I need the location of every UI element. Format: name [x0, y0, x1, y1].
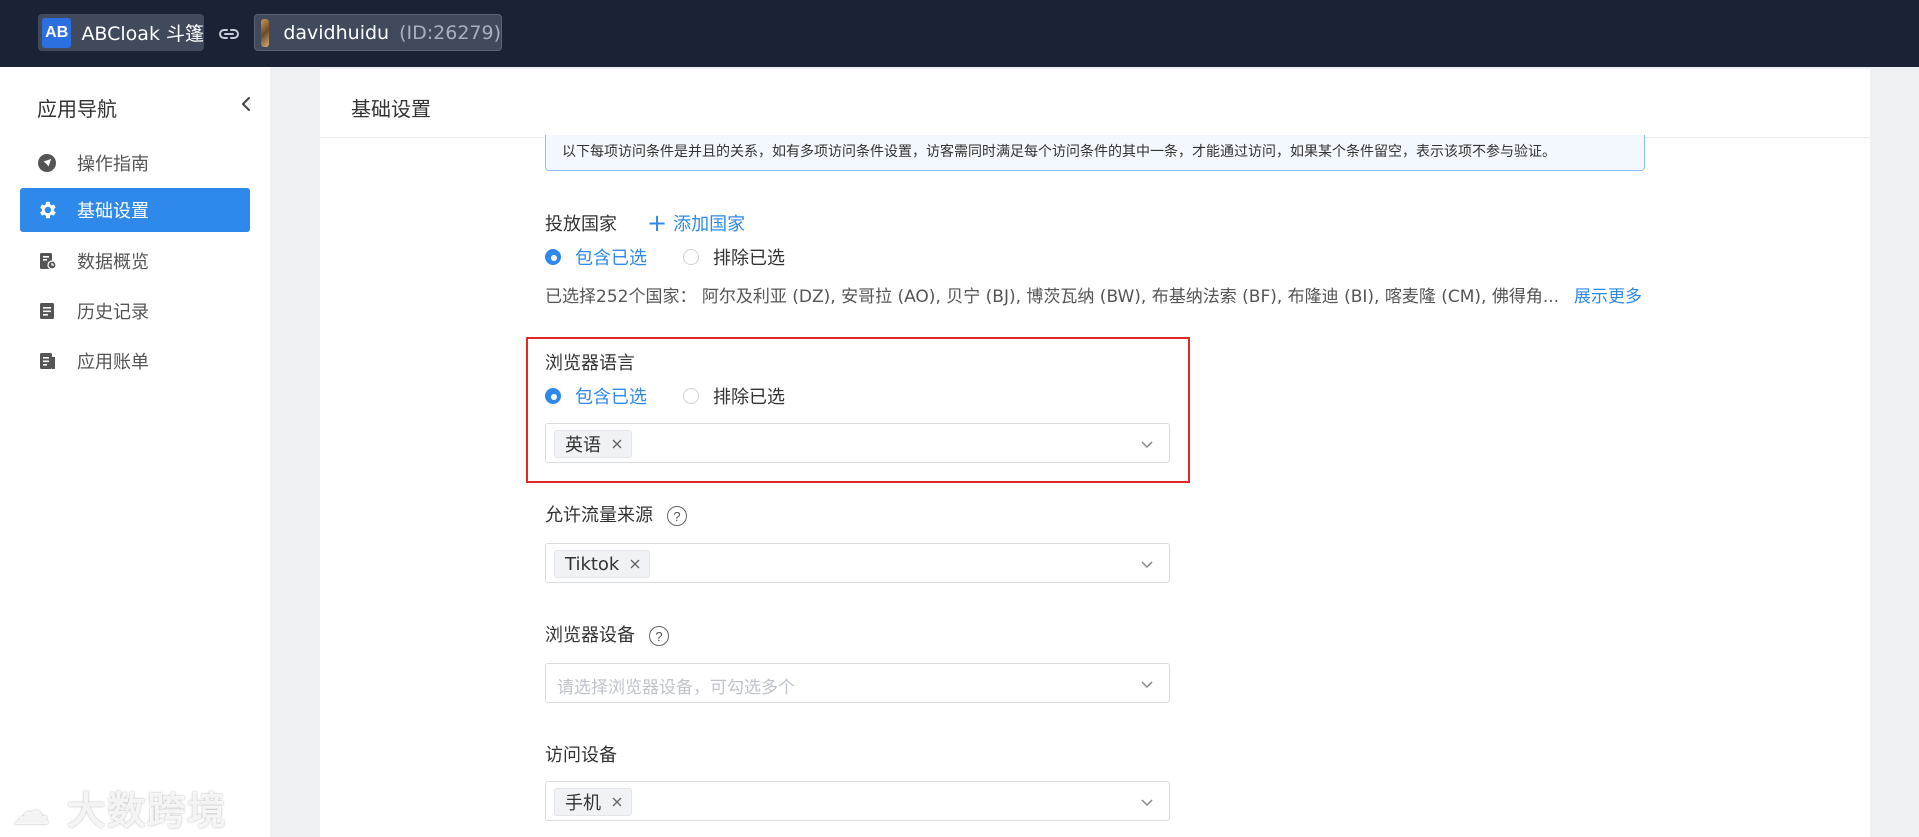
app-switcher[interactable]: AB ABCloak 斗篷	[38, 14, 204, 51]
access-device-select[interactable]: 手机	[545, 781, 1170, 821]
page-title: 基础设置	[351, 97, 431, 121]
radio-label: 包含已选	[575, 387, 647, 408]
sidebar-item-billing[interactable]: 应用账单	[20, 339, 250, 383]
tag-label: Tiktok	[565, 553, 620, 575]
help-icon[interactable]: ?	[667, 506, 687, 526]
radio-label: 排除已选	[713, 387, 785, 408]
browser-device-label: 浏览器设备?	[545, 621, 669, 647]
sidebar: 应用导航 操作指南 基础设置 数据概览 历史记录 应用账单	[0, 67, 270, 837]
sidebar-item-guide[interactable]: 操作指南	[20, 141, 250, 185]
add-country-button[interactable]: + 添加国家	[647, 210, 745, 236]
card-header: 基础设置	[320, 69, 1870, 138]
radio-dot	[545, 388, 561, 404]
sidebar-item-history[interactable]: 历史记录	[20, 289, 250, 333]
sidebar-title: 应用导航	[37, 97, 117, 121]
countries-exclude-radio[interactable]: 排除已选	[683, 244, 785, 270]
plus-icon: +	[647, 209, 668, 237]
navigation-icon	[36, 152, 58, 174]
access-device-label: 访问设备	[545, 745, 617, 766]
radio-label: 包含已选	[575, 248, 647, 269]
document-icon	[36, 300, 58, 322]
sidebar-item-data-overview[interactable]: 数据概览	[20, 239, 250, 283]
chevron-left-icon[interactable]	[238, 95, 256, 113]
chevron-down-icon	[1141, 681, 1153, 689]
close-icon[interactable]	[629, 558, 641, 570]
sidebar-item-label: 历史记录	[77, 302, 149, 323]
avatar	[261, 18, 270, 47]
traffic-source-label-text: 允许流量来源	[545, 505, 653, 526]
link-icon	[219, 29, 239, 39]
brand-name: ABCloak 斗篷	[81, 23, 204, 45]
watermark-logo-icon: ☁	[12, 789, 52, 833]
radio-label: 排除已选	[713, 248, 785, 269]
sidebar-item-basic-settings[interactable]: 基础设置	[20, 188, 250, 232]
select-placeholder: 请选择浏览器设备，可勾选多个	[557, 678, 795, 698]
close-icon[interactable]	[611, 438, 623, 450]
top-bar: AB ABCloak 斗篷 davidhuidu (ID:26279)	[0, 0, 1919, 67]
sidebar-item-label: 基础设置	[77, 201, 149, 222]
selected-countries-text: 已选择252个国家： 阿尔及利亚 (DZ), 安哥拉 (AO), 贝宁 (BJ)…	[545, 287, 1560, 307]
bill-icon	[36, 350, 58, 372]
help-icon[interactable]: ?	[649, 626, 669, 646]
selected-tag: 手机	[554, 788, 632, 816]
browser-language-label: 浏览器语言	[545, 353, 635, 374]
sidebar-item-label: 操作指南	[77, 154, 149, 175]
browser-device-select[interactable]: 请选择浏览器设备，可勾选多个	[545, 663, 1170, 703]
language-include-radio[interactable]: 包含已选	[545, 383, 647, 409]
sidebar-item-label: 应用账单	[77, 352, 149, 373]
selected-tag: Tiktok	[554, 550, 651, 578]
countries-include-radio[interactable]: 包含已选	[545, 244, 647, 270]
watermark-text: 大数跨境	[67, 789, 228, 833]
account-id: (ID:26279)	[399, 21, 501, 44]
brand-logo: AB	[42, 17, 72, 48]
traffic-source-select[interactable]: Tiktok	[545, 543, 1170, 583]
chevron-down-icon	[1141, 441, 1153, 449]
close-icon[interactable]	[611, 796, 623, 808]
account-switcher[interactable]: davidhuidu (ID:26279)	[254, 14, 502, 51]
add-country-label: 添加国家	[673, 214, 746, 235]
selected-tag: 英语	[554, 430, 632, 458]
watermark: ☁ 大数跨境	[12, 780, 227, 835]
chevron-down-icon	[1141, 799, 1153, 807]
account-name: davidhuidu	[283, 21, 390, 44]
browser-language-select[interactable]: 英语	[545, 423, 1170, 463]
countries-label: 投放国家	[545, 214, 617, 235]
browser-device-label-text: 浏览器设备	[545, 625, 635, 646]
gear-icon	[36, 199, 58, 221]
radio-dot	[683, 388, 699, 404]
settings-card: 基础设置 以下每项访问条件是并且的关系，如有多项访问条件设置，访客需同时满足每个…	[320, 69, 1870, 837]
radio-dot	[545, 249, 561, 265]
tag-label: 英语	[565, 435, 601, 456]
notice-banner: 以下每项访问条件是并且的关系，如有多项访问条件设置，访客需同时满足每个访问条件的…	[545, 135, 1645, 171]
chevron-down-icon	[1141, 561, 1153, 569]
data-report-icon	[36, 250, 58, 272]
traffic-source-label: 允许流量来源?	[545, 501, 687, 527]
show-more-link[interactable]: 展示更多	[1574, 282, 1642, 307]
language-exclude-radio[interactable]: 排除已选	[683, 383, 785, 409]
tag-label: 手机	[565, 793, 601, 814]
sidebar-item-label: 数据概览	[77, 252, 149, 273]
radio-dot	[683, 249, 699, 265]
